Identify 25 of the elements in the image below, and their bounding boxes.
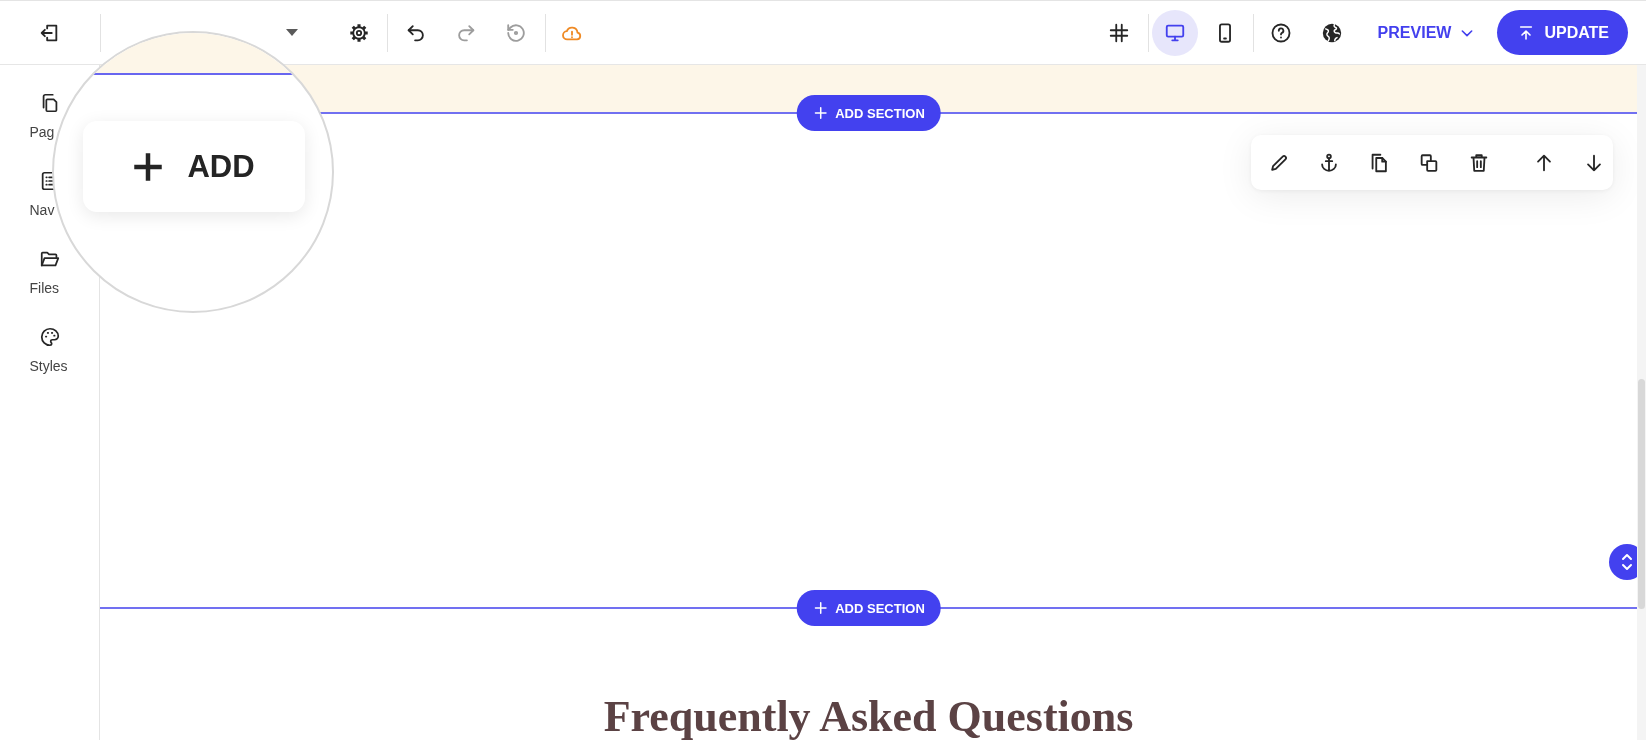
globe-icon[interactable]: [1320, 21, 1343, 44]
add-button[interactable]: ADD: [83, 121, 305, 212]
help-icon[interactable]: [1269, 21, 1292, 44]
add-section-button[interactable]: ADD SECTION: [796, 95, 941, 131]
desktop-view-button[interactable]: [1151, 9, 1198, 56]
plus-icon: [813, 601, 828, 615]
up-down-chevron-icon[interactable]: [1609, 544, 1637, 580]
upload-icon: [1518, 24, 1535, 41]
settings-icon[interactable]: [348, 21, 370, 44]
palette-icon: [38, 326, 61, 348]
anchor-icon[interactable]: [1318, 151, 1340, 174]
sidebar-item[interactable]: Files: [29, 248, 70, 297]
plus-icon: [133, 151, 164, 182]
scrollbar-thumb[interactable]: [1638, 379, 1645, 609]
grid-icon[interactable]: [1107, 21, 1130, 44]
trash-icon[interactable]: [1468, 151, 1490, 174]
add-section-button[interactable]: ADD SECTION: [796, 590, 941, 626]
sidebar-item[interactable]: Styles: [29, 326, 70, 375]
plus-icon: [813, 106, 828, 120]
sidebar-item[interactable]: Pag: [29, 92, 70, 141]
preview-button[interactable]: PREVIEW: [1373, 19, 1480, 46]
duplicate-icon[interactable]: [1418, 151, 1440, 174]
section-heading: Frequently Asked Questions: [603, 695, 1134, 739]
caret-icon: [286, 29, 298, 36]
update-button[interactable]: UPDATE: [1497, 10, 1628, 55]
